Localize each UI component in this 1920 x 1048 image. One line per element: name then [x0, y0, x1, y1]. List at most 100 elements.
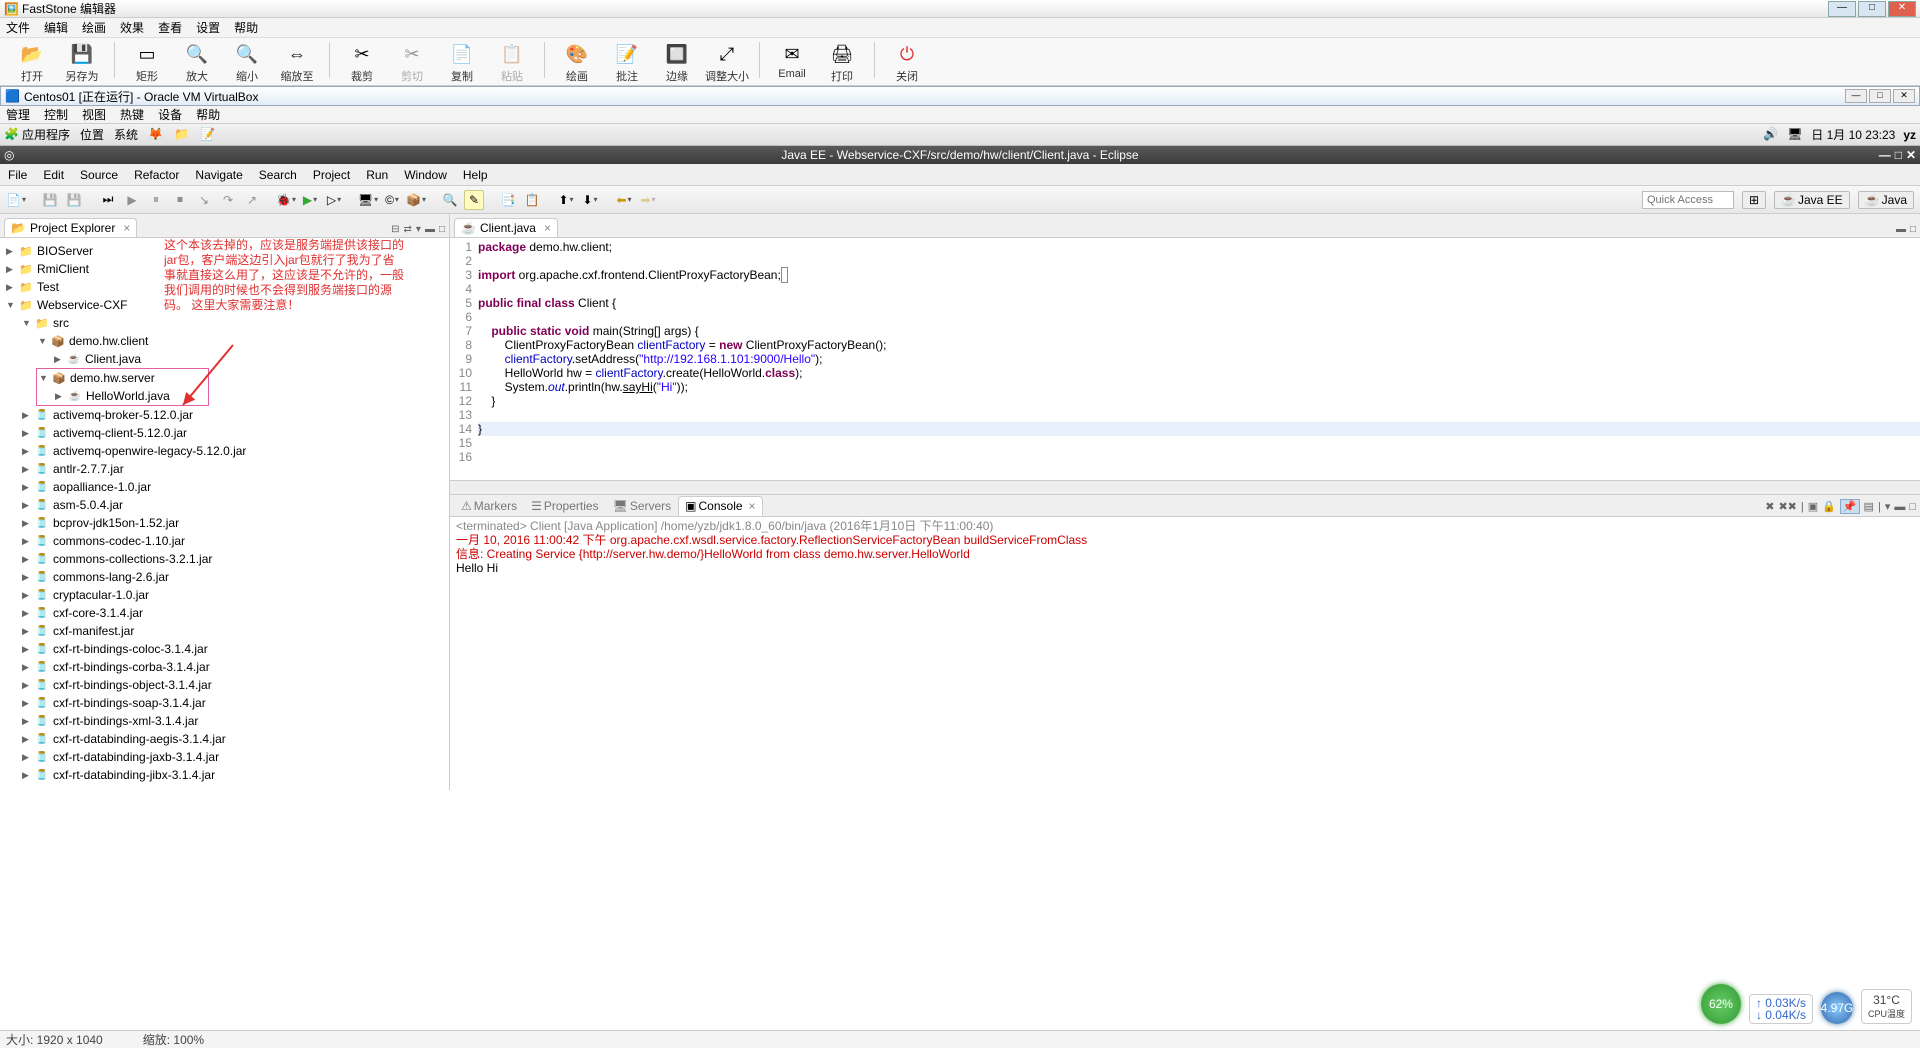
console-output[interactable]: <terminated> Client [Java Application] /…	[450, 517, 1920, 790]
expand-icon[interactable]: ▶	[22, 752, 34, 763]
menu-source[interactable]: Source	[80, 168, 118, 182]
tree-item[interactable]: ▼demo.hw.server	[37, 369, 208, 387]
maximize-button[interactable]: □	[1895, 148, 1902, 162]
debug-button[interactable]: 🐞	[276, 190, 296, 210]
tree-item[interactable]: ▶cxf-rt-bindings-coloc-3.1.4.jar	[0, 640, 449, 658]
close-button[interactable]: ✕	[1893, 89, 1915, 103]
tool-edge[interactable]: 🔲边缘	[655, 42, 699, 84]
run-last-button[interactable]: ▷	[324, 190, 344, 210]
menu-file[interactable]: File	[8, 168, 27, 182]
expand-icon[interactable]: ▶	[6, 264, 18, 275]
close-button[interactable]: ✕	[1906, 148, 1916, 162]
editor-tab-client[interactable]: ☕ Client.java ×	[454, 218, 558, 237]
file-manager-icon[interactable]: 📁	[174, 127, 190, 143]
code-editor[interactable]: 12345678910111213141516 package package …	[450, 238, 1920, 480]
minimize-button[interactable]: —	[1879, 148, 1891, 162]
system-menu[interactable]: 系统	[114, 126, 138, 143]
tree-item[interactable]: ▶cxf-core-3.1.4.jar	[0, 604, 449, 622]
code-content[interactable]: package package demo.hw.client;demo.hw.c…	[478, 238, 1920, 480]
tree-item[interactable]: ▶commons-codec-1.10.jar	[0, 532, 449, 550]
menu-help[interactable]: 帮助	[234, 19, 258, 36]
view-menu-button[interactable]: ▾	[416, 224, 421, 235]
perspective-javaee[interactable]: ☕Java EE	[1774, 191, 1850, 209]
tree-item[interactable]: ▶asm-5.0.4.jar	[0, 496, 449, 514]
text-editor-icon[interactable]: 📝	[200, 127, 216, 143]
menu-edit[interactable]: 编辑	[44, 19, 68, 36]
tool-close[interactable]: ⏻关闭	[885, 42, 929, 84]
expand-icon[interactable]: ▶	[6, 246, 18, 257]
tree-item[interactable]: ▶commons-collections-3.2.1.jar	[0, 550, 449, 568]
collapse-all-button[interactable]: ⊟	[391, 224, 399, 235]
tree-item[interactable]: ▶activemq-openwire-legacy-5.12.0.jar	[0, 442, 449, 460]
close-button[interactable]: ✕	[1888, 1, 1916, 17]
menu-file[interactable]: 文件	[6, 19, 30, 36]
expand-icon[interactable]: ▶	[22, 554, 34, 565]
tool-email[interactable]: ✉Email	[770, 42, 814, 80]
next-annotation-button[interactable]: ⬇	[580, 190, 600, 210]
tree-item[interactable]: ▶aopalliance-1.0.jar	[0, 478, 449, 496]
expand-icon[interactable]: ▶	[22, 482, 34, 493]
expand-icon[interactable]: ▶	[22, 500, 34, 511]
maximize-icon[interactable]: □	[1910, 224, 1916, 235]
toggle-button[interactable]: ✎	[464, 190, 484, 210]
minimize-icon[interactable]: ▬	[425, 224, 435, 235]
expand-icon[interactable]: ▶	[22, 698, 34, 709]
tool-annotate[interactable]: 📝批注	[605, 42, 649, 84]
expand-icon[interactable]: ▶	[22, 608, 34, 619]
tree-item[interactable]: ▶cxf-rt-databinding-aegis-3.1.4.jar	[0, 730, 449, 748]
tool-zoomfit[interactable]: ⇔缩放至	[275, 42, 319, 84]
menu-search[interactable]: Search	[259, 168, 297, 182]
tree-item[interactable]: ▼src	[0, 314, 449, 332]
open-console-button[interactable]: ▾	[1885, 500, 1891, 513]
tree-item[interactable]: ▶cxf-rt-databinding-jibx-3.1.4.jar	[0, 766, 449, 784]
tab-markers[interactable]: ⚠Markers	[454, 496, 524, 516]
tool-crop[interactable]: ✂裁剪	[340, 42, 384, 84]
expand-icon[interactable]: ▶	[22, 536, 34, 547]
menu-settings[interactable]: 设置	[196, 19, 220, 36]
expand-icon[interactable]: ▼	[39, 373, 51, 383]
editor-scrollbar[interactable]	[450, 480, 1920, 494]
expand-icon[interactable]: ▶	[22, 716, 34, 727]
menu-window[interactable]: Window	[404, 168, 447, 182]
save-all-button[interactable]: 💾	[64, 190, 84, 210]
expand-icon[interactable]: ▶	[22, 662, 34, 673]
perspective-java[interactable]: ☕Java	[1858, 191, 1914, 209]
tool-resize[interactable]: ⤢调整大小	[705, 42, 749, 84]
expand-icon[interactable]: ▶	[22, 446, 34, 457]
maximize-icon[interactable]: □	[1909, 501, 1916, 513]
tree-item[interactable]: ▶cxf-manifest.jar	[0, 622, 449, 640]
tab-properties[interactable]: ☰Properties	[524, 496, 605, 516]
skip-breakpoints-button[interactable]: ⏭	[98, 190, 118, 210]
maximize-button[interactable]: □	[1869, 89, 1891, 103]
expand-icon[interactable]: ▶	[22, 590, 34, 601]
tree-item[interactable]: ▶BIOServer	[0, 242, 449, 260]
expand-icon[interactable]: ▶	[22, 410, 34, 421]
open-task-button[interactable]: 📋	[522, 190, 542, 210]
expand-icon[interactable]: ▶	[54, 354, 66, 365]
minimize-icon[interactable]: ▬	[1896, 224, 1906, 235]
expand-icon[interactable]: ▼	[22, 318, 34, 328]
expand-icon[interactable]: ▶	[22, 518, 34, 529]
pin-console-button[interactable]: 📌	[1840, 499, 1860, 514]
tree-item[interactable]: ▶Test	[0, 278, 449, 296]
close-icon[interactable]: ×	[123, 221, 130, 235]
minimize-button[interactable]: —	[1828, 1, 1856, 17]
quick-access-input[interactable]	[1642, 191, 1734, 209]
tab-servers[interactable]: 🖥Servers	[606, 496, 679, 516]
tree-item[interactable]: ▶cxf-rt-bindings-object-3.1.4.jar	[0, 676, 449, 694]
show-console-button[interactable]: ▣	[1808, 500, 1818, 513]
tool-copy[interactable]: 📄复制	[440, 42, 484, 84]
close-icon[interactable]: ×	[749, 499, 756, 513]
vb-menu-hotkey[interactable]: 热键	[120, 106, 144, 123]
menu-navigate[interactable]: Navigate	[195, 168, 242, 182]
expand-icon[interactable]: ▶	[22, 464, 34, 475]
tree-item[interactable]: ▶cxf-rt-databinding-jaxb-3.1.4.jar	[0, 748, 449, 766]
tree-item[interactable]: ▶antlr-2.7.7.jar	[0, 460, 449, 478]
tool-cut[interactable]: ✂剪切	[390, 42, 434, 84]
tree-item[interactable]: ▶HelloWorld.java	[37, 387, 208, 405]
step-into-button[interactable]: ↘	[194, 190, 214, 210]
tree-item[interactable]: ▶RmiClient	[0, 260, 449, 278]
expand-icon[interactable]: ▶	[22, 644, 34, 655]
step-return-button[interactable]: ↗	[242, 190, 262, 210]
new-button[interactable]: 📄	[6, 190, 26, 210]
